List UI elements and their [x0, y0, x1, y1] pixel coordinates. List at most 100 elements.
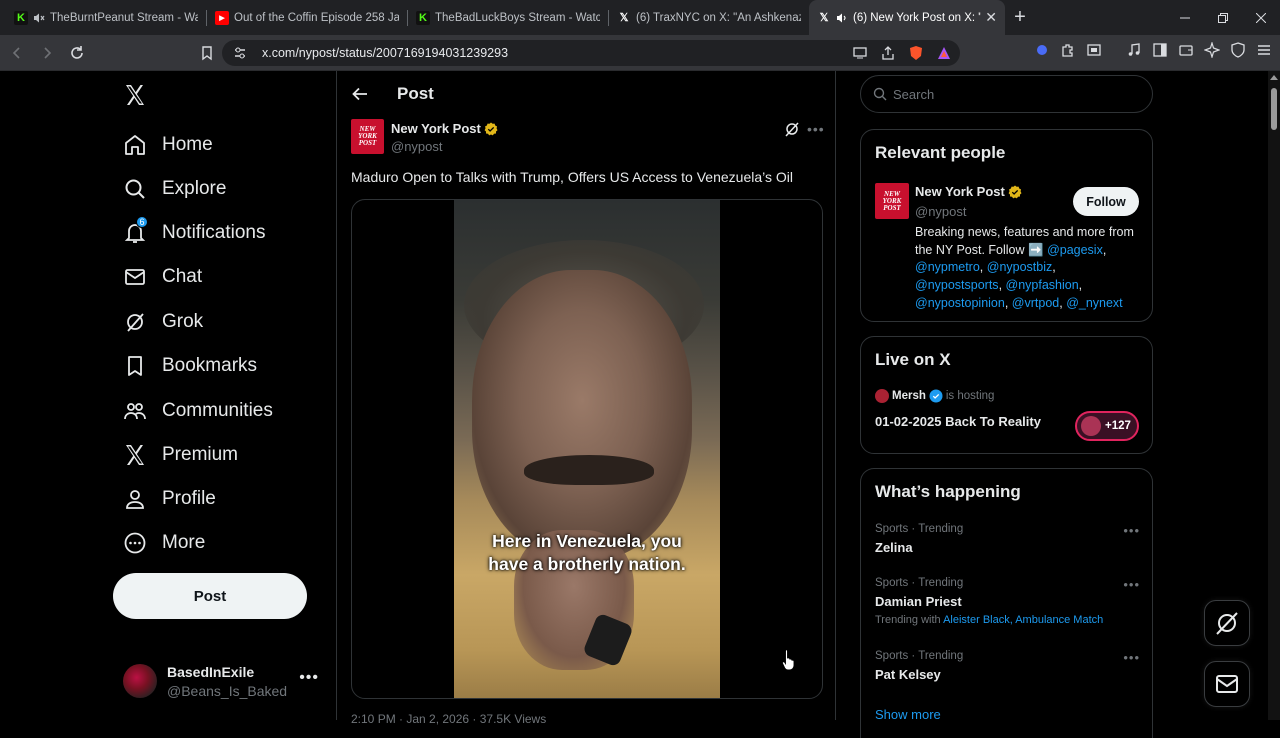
person-handle[interactable]: @nypost: [915, 204, 967, 219]
scroll-up-arrow-icon[interactable]: [1270, 75, 1278, 80]
person-name[interactable]: New York Post: [915, 184, 1022, 199]
listeners-pill[interactable]: +127: [1075, 411, 1139, 441]
extensions-icon[interactable]: [1060, 42, 1076, 58]
close-window-icon[interactable]: [1242, 0, 1280, 35]
trend-name: Damian Priest: [875, 594, 962, 609]
window-controls: [1166, 0, 1280, 35]
post-video[interactable]: Here in Venezuela, you have a brotherly …: [351, 199, 823, 699]
forward-nav-icon[interactable]: [34, 40, 60, 66]
brave-shields-icon[interactable]: [908, 45, 924, 61]
address-bar[interactable]: x.com/nypost/status/2007169194031239293: [222, 40, 960, 66]
kick-icon: K: [14, 10, 28, 25]
site-settings-icon[interactable]: [232, 45, 248, 61]
share-icon[interactable]: [880, 45, 896, 61]
trend-item[interactable]: Sports · Trending Pat Kelsey •••: [875, 650, 1140, 682]
account-switcher[interactable]: BasedInExile @Beans_Is_Baked •••: [123, 659, 323, 703]
grok-float-button[interactable]: [1204, 600, 1250, 646]
author-name[interactable]: New York Post: [391, 121, 498, 136]
restore-icon[interactable]: [1204, 0, 1242, 35]
avatar: [1081, 416, 1101, 436]
bio-link[interactable]: @nypostbiz: [987, 260, 1053, 274]
menu-icon[interactable]: [1256, 42, 1272, 58]
bookmark-page-icon[interactable]: [194, 40, 220, 66]
bio-link[interactable]: @nypostopinion: [915, 296, 1005, 310]
nav-notifications[interactable]: 6 Notifications: [123, 213, 266, 253]
minimize-icon[interactable]: [1166, 0, 1204, 35]
nypost-avatar[interactable]: NEW YORK POST: [875, 183, 909, 219]
new-tab-button[interactable]: +: [1005, 0, 1035, 35]
nav-grok[interactable]: Grok: [123, 302, 203, 342]
speaker-icon[interactable]: [836, 12, 848, 24]
nypost-avatar[interactable]: NEW YORK POST: [351, 119, 384, 154]
shield-icon[interactable]: [1230, 42, 1246, 58]
x-logo-icon[interactable]: [123, 83, 147, 107]
verified-gold-icon: [1008, 185, 1022, 198]
vpn-icon[interactable]: [1034, 42, 1050, 58]
browser-tab[interactable]: 𝕏 (6) TraxNYC on X: "An Ashkenazi lesson: [609, 0, 809, 35]
bio-link[interactable]: @_nynext: [1066, 296, 1122, 310]
media-music-icon[interactable]: [1126, 42, 1142, 58]
nav-communities[interactable]: Communities: [123, 391, 273, 431]
nav-chat[interactable]: Chat: [123, 257, 202, 297]
cast-icon[interactable]: [852, 45, 868, 61]
more-dots-icon[interactable]: •••: [807, 121, 825, 137]
more-dots-icon[interactable]: •••: [1123, 523, 1140, 538]
back-arrow-icon[interactable]: [351, 85, 369, 103]
kick-icon: K: [416, 10, 430, 25]
browser-tab[interactable]: K TheBurntPeanut Stream - Watch Live: [6, 0, 206, 35]
search-placeholder: Search: [893, 86, 935, 102]
browser-tab[interactable]: K TheBadLuckBoys Stream - Watch Live: [408, 0, 608, 35]
search-input[interactable]: Search: [860, 75, 1153, 113]
nav-label: Home: [162, 134, 213, 155]
bio-link[interactable]: @vrtpod: [1012, 296, 1059, 310]
page-scrollbar[interactable]: [1268, 71, 1280, 720]
nav-more[interactable]: More: [123, 523, 205, 563]
close-tab-icon[interactable]: ✕: [985, 9, 997, 26]
sidebar-icon[interactable]: [1152, 42, 1168, 58]
follow-button[interactable]: Follow: [1073, 187, 1139, 216]
bio-link[interactable]: @nypostsports: [915, 278, 999, 292]
nav-bookmarks[interactable]: Bookmarks: [123, 346, 257, 386]
trend-item[interactable]: Sports · Trending Zelina •••: [875, 523, 1140, 555]
browser-tab[interactable]: ▶ Out of the Coffin Episode 258 Jan 2nd: [207, 0, 407, 35]
browser-tab-active[interactable]: 𝕏 (6) New York Post on X: "Maduro ✕: [809, 0, 1005, 35]
x-page: Home Explore 6 Notifications Chat Grok B…: [0, 71, 1268, 738]
x-logo-icon: 𝕏: [619, 12, 629, 24]
verified-blue-icon: [929, 389, 943, 403]
bio-link[interactable]: @nypfashion: [1006, 278, 1079, 292]
youtube-icon: ▶: [215, 10, 229, 25]
scroll-thumb[interactable]: [1271, 88, 1277, 130]
more-dots-icon[interactable]: •••: [1123, 577, 1140, 592]
space-title[interactable]: 01-02-2025 Back To Reality: [875, 414, 1041, 429]
x-icon: [126, 445, 144, 465]
nav-label: Notifications: [162, 222, 266, 243]
trend-category: Sports · Trending: [875, 650, 964, 662]
nav-premium[interactable]: Premium: [123, 435, 238, 475]
screenshot-icon[interactable]: [1086, 42, 1102, 58]
mute-icon[interactable]: [33, 12, 45, 24]
space-host[interactable]: Mersh is hosting: [875, 389, 994, 403]
leo-ai-icon[interactable]: [1204, 42, 1220, 58]
author-handle[interactable]: @nypost: [391, 139, 443, 154]
section-title: What’s happening: [875, 482, 1021, 501]
left-nav: Home Explore 6 Notifications Chat Grok B…: [113, 71, 323, 720]
nav-explore[interactable]: Explore: [123, 169, 226, 209]
post-text: Maduro Open to Talks with Trump, Offers …: [351, 169, 793, 185]
reload-icon[interactable]: [64, 40, 90, 66]
wallet-icon[interactable]: [1178, 42, 1194, 58]
more-dots-icon[interactable]: •••: [299, 669, 319, 687]
trend-item[interactable]: Sports · Trending Damian Priest Trending…: [875, 577, 1140, 626]
post-button[interactable]: Post: [113, 573, 307, 619]
brave-rewards-icon[interactable]: [936, 45, 952, 61]
nav-home[interactable]: Home: [123, 125, 213, 165]
back-nav-icon[interactable]: [4, 40, 30, 66]
bio-link[interactable]: @pagesix: [1047, 243, 1103, 257]
trending-with-links[interactable]: Aleister Black, Ambulance Match: [943, 614, 1103, 626]
nav-profile[interactable]: Profile: [123, 479, 216, 519]
messages-float-button[interactable]: [1204, 661, 1250, 707]
more-dots-icon[interactable]: •••: [1123, 650, 1140, 665]
grok-icon[interactable]: [784, 121, 800, 137]
bio-link[interactable]: @nypmetro: [915, 260, 980, 274]
tab-title: TheBadLuckBoys Stream - Watch Live: [435, 11, 600, 24]
video-frame[interactable]: Here in Venezuela, you have a brotherly …: [454, 200, 720, 698]
